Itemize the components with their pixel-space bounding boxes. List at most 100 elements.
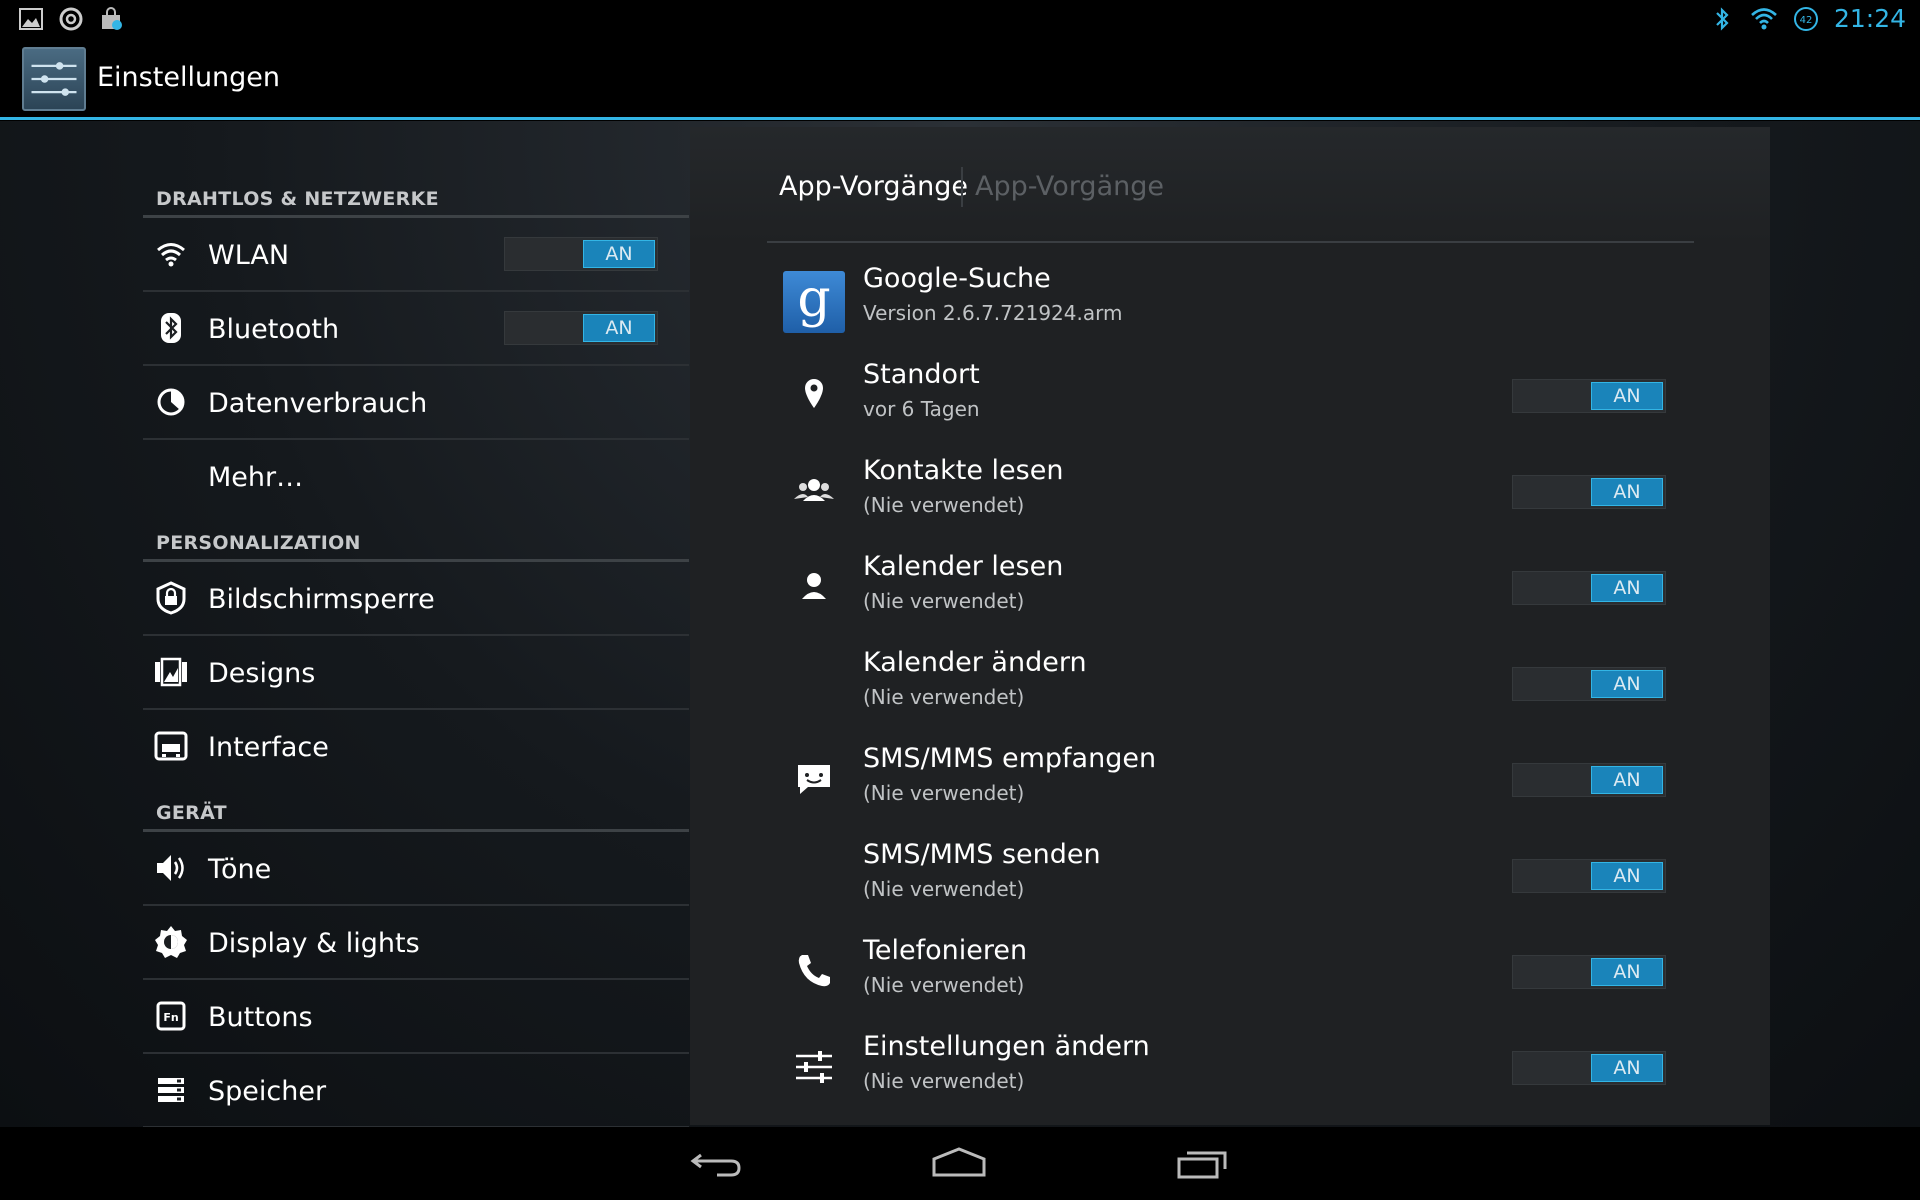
op-title: SMS/MMS empfangen xyxy=(863,743,1157,774)
svg-text:Fn: Fn xyxy=(163,1011,178,1024)
read-contacts-toggle[interactable]: AN xyxy=(1512,475,1666,509)
sidebar-item-label: Speicher xyxy=(208,1076,327,1107)
op-row-send-sms[interactable]: SMS/MMS senden (Nie verwendet) AN xyxy=(690,829,1770,925)
back-icon[interactable] xyxy=(687,1141,747,1185)
op-subtitle: (Nie verwendet) xyxy=(863,877,1025,901)
google-search-icon: g xyxy=(783,271,845,333)
sidebar-item-wlan[interactable]: WLAN AN xyxy=(143,218,689,292)
sidebar-item-more[interactable]: Mehr… xyxy=(143,440,689,514)
sidebar-item-label: Designs xyxy=(208,658,316,689)
toggle-knob: AN xyxy=(1591,862,1663,890)
bluetooth-toggle[interactable]: AN xyxy=(504,311,658,345)
op-row-receive-sms[interactable]: SMS/MMS empfangen (Nie verwendet) AN xyxy=(690,733,1770,829)
toggle-knob: AN xyxy=(1591,766,1663,794)
op-row-location[interactable]: Standort vor 6 Tagen AN xyxy=(690,349,1770,445)
op-subtitle: (Nie verwendet) xyxy=(863,493,1025,517)
op-subtitle: (Nie verwendet) xyxy=(863,589,1025,613)
op-title: Kalender ändern xyxy=(863,647,1087,678)
app-header: g Google-Suche Version 2.6.7.721924.arm xyxy=(690,253,1770,349)
recents-icon[interactable] xyxy=(1173,1141,1233,1185)
tab-app-ops-inactive[interactable]: App-Vorgänge xyxy=(975,171,1164,202)
person-icon xyxy=(802,573,826,599)
op-row-phone-call[interactable]: Telefonieren (Nie verwendet) AN xyxy=(690,925,1770,1021)
sidebar-item-label: Interface xyxy=(208,732,329,763)
themes-icon xyxy=(155,657,187,687)
sidebar-item-label: Datenverbrauch xyxy=(208,388,428,419)
read-calendar-toggle[interactable]: AN xyxy=(1512,571,1666,605)
sidebar-item-display[interactable]: Display & lights xyxy=(143,906,689,980)
clock: 21:24 xyxy=(1833,4,1906,33)
sidebar-item-label: Display & lights xyxy=(208,928,420,959)
lock-icon xyxy=(156,581,186,615)
settings-sliders-icon xyxy=(796,1051,832,1083)
op-subtitle: (Nie verwendet) xyxy=(863,685,1025,709)
tab-underline xyxy=(767,241,1694,243)
op-title: Standort xyxy=(863,359,980,390)
sidebar-item-data-usage[interactable]: Datenverbrauch xyxy=(143,366,689,440)
send-sms-toggle[interactable]: AN xyxy=(1512,859,1666,893)
storage-icon xyxy=(158,1078,184,1102)
sidebar-item-label: Bluetooth xyxy=(208,314,340,345)
contacts-icon xyxy=(794,479,834,501)
content-area: DRAHTLOS & NETZWERKE WLAN AN Bluetooth A… xyxy=(0,121,1920,1128)
sidebar-item-interface[interactable]: Interface xyxy=(143,710,689,784)
interface-icon xyxy=(154,731,188,761)
sidebar-item-label: WLAN xyxy=(208,240,290,271)
edit-calendar-toggle[interactable]: AN xyxy=(1512,667,1666,701)
op-subtitle: (Nie verwendet) xyxy=(863,1069,1025,1093)
location-toggle[interactable]: AN xyxy=(1512,379,1666,413)
sync-icon xyxy=(59,7,83,31)
wlan-toggle[interactable]: AN xyxy=(504,237,658,271)
app-name: Google-Suche xyxy=(863,263,1051,294)
sidebar-item-sounds[interactable]: Töne xyxy=(143,832,689,906)
sidebar-item-buttons[interactable]: Fn Buttons xyxy=(143,980,689,1054)
op-title: Einstellungen ändern xyxy=(863,1031,1150,1062)
data-usage-icon xyxy=(157,388,185,416)
sidebar-item-designs[interactable]: Designs xyxy=(143,636,689,710)
navigation-bar xyxy=(0,1127,1920,1200)
section-header-wireless: DRAHTLOS & NETZWERKE xyxy=(143,172,689,218)
toggle-knob: AN xyxy=(1591,958,1663,986)
toggle-knob: AN xyxy=(583,240,655,268)
toggle-knob: AN xyxy=(1591,670,1663,698)
sidebar-item-bluetooth[interactable]: Bluetooth AN xyxy=(143,292,689,366)
location-pin-icon xyxy=(805,379,823,408)
write-settings-toggle[interactable]: AN xyxy=(1512,1051,1666,1085)
op-title: Telefonieren xyxy=(863,935,1028,966)
toggle-knob: AN xyxy=(1591,478,1663,506)
sidebar-item-label: Buttons xyxy=(208,1002,313,1033)
toggle-knob: AN xyxy=(583,314,655,342)
tab-divider xyxy=(961,167,963,207)
op-title: Kalender lesen xyxy=(863,551,1064,582)
page-title: Einstellungen xyxy=(97,62,281,93)
op-row-read-contacts[interactable]: Kontakte lesen (Nie verwendet) AN xyxy=(690,445,1770,541)
fn-key-icon: Fn xyxy=(156,1001,186,1031)
message-icon xyxy=(798,765,830,794)
wifi-icon xyxy=(157,243,185,267)
bluetooth-icon xyxy=(1716,6,1729,31)
brightness-icon xyxy=(155,926,187,958)
bluetooth-icon xyxy=(161,313,181,343)
op-row-edit-calendar[interactable]: Kalender ändern (Nie verwendet) AN xyxy=(690,637,1770,733)
op-subtitle: (Nie verwendet) xyxy=(863,973,1025,997)
action-bar: Einstellungen xyxy=(0,38,1920,120)
volume-icon xyxy=(157,855,184,881)
op-row-write-settings[interactable]: Einstellungen ändern (Nie verwendet) AN xyxy=(690,1021,1770,1117)
svg-text:42: 42 xyxy=(1800,15,1813,26)
settings-sliders-icon[interactable] xyxy=(22,47,86,111)
toggle-knob: AN xyxy=(1591,382,1663,410)
sidebar-item-label: Bildschirmsperre xyxy=(208,584,435,615)
app-version: Version 2.6.7.721924.arm xyxy=(863,301,1123,325)
sidebar-item-storage[interactable]: Speicher xyxy=(143,1054,689,1128)
toggle-knob: AN xyxy=(1591,574,1663,602)
sidebar-item-label: Mehr… xyxy=(208,462,304,493)
op-title: Kontakte lesen xyxy=(863,455,1064,486)
phone-call-toggle[interactable]: AN xyxy=(1512,955,1666,989)
op-row-read-calendar[interactable]: Kalender lesen (Nie verwendet) AN xyxy=(690,541,1770,637)
sidebar-item-lockscreen[interactable]: Bildschirmsperre xyxy=(143,562,689,636)
tab-strip: App-Vorgänge App-Vorgänge xyxy=(690,127,1770,243)
receive-sms-toggle[interactable]: AN xyxy=(1512,763,1666,797)
home-icon[interactable] xyxy=(929,1141,989,1185)
tab-app-ops-active[interactable]: App-Vorgänge xyxy=(779,171,968,202)
sidebar-item-label: Töne xyxy=(208,854,272,885)
